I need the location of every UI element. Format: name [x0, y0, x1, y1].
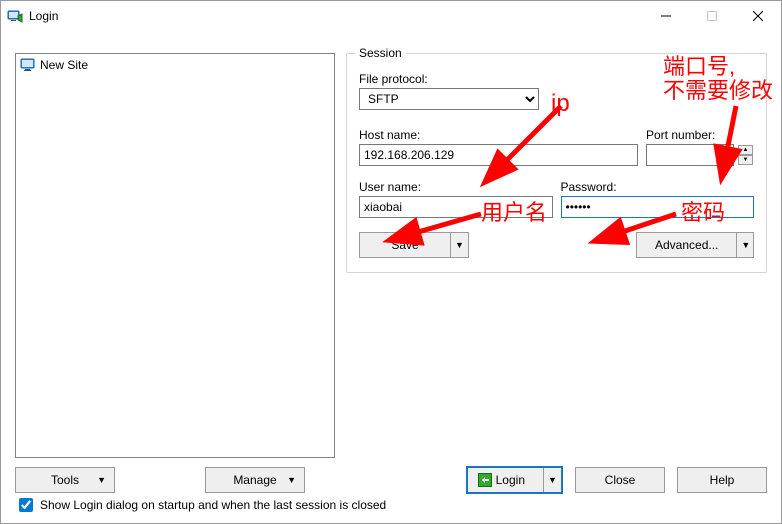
window-controls: [643, 1, 781, 31]
show-login-checkbox-input[interactable]: [19, 498, 33, 512]
login-icon: [478, 473, 492, 487]
manage-button[interactable]: Manage ▼: [205, 467, 305, 493]
bottom-button-row: Tools ▼ Manage ▼ Login: [15, 466, 767, 494]
window-title: Login: [29, 9, 643, 23]
titlebar: Login: [1, 1, 781, 31]
login-button-label: Login: [496, 473, 525, 487]
manage-button-label: Manage: [233, 473, 276, 487]
login-dialog: Login: [0, 0, 782, 524]
tools-button[interactable]: Tools ▼: [15, 467, 115, 493]
login-button-dropdown[interactable]: ▼: [543, 468, 561, 492]
login-button-main[interactable]: Login: [468, 468, 543, 492]
save-button-dropdown[interactable]: ▼: [450, 233, 468, 257]
port-spinner-up[interactable]: ▲: [738, 145, 753, 155]
show-login-on-startup-checkbox[interactable]: Show Login dialog on startup and when th…: [15, 495, 386, 515]
advanced-button-dropdown[interactable]: ▼: [736, 233, 754, 257]
save-button[interactable]: Save ▼: [359, 232, 469, 258]
file-protocol-label: File protocol:: [359, 72, 754, 86]
sites-list[interactable]: New Site: [15, 53, 335, 458]
user-name-label: User name:: [359, 180, 553, 194]
password-input[interactable]: [561, 196, 755, 218]
minimize-button[interactable]: [643, 1, 689, 31]
help-button-label: Help: [710, 473, 735, 487]
chevron-down-icon: ▼: [287, 475, 296, 485]
password-label: Password:: [561, 180, 755, 194]
port-number-input[interactable]: [646, 144, 734, 166]
close-dialog-label: Close: [605, 473, 636, 487]
port-spinner: ▲ ▼: [738, 145, 753, 165]
site-item-label: New Site: [40, 58, 88, 72]
tools-button-label: Tools: [51, 473, 79, 487]
port-spinner-down[interactable]: ▼: [738, 155, 753, 165]
session-group: Session File protocol: SFTP Host name: P…: [346, 53, 767, 273]
maximize-button[interactable]: [689, 1, 735, 31]
app-icon: [7, 8, 23, 24]
advanced-button[interactable]: Advanced... ▼: [636, 232, 754, 258]
site-item-new-site[interactable]: New Site: [20, 56, 330, 74]
help-button[interactable]: Help: [677, 467, 767, 493]
chevron-down-icon: ▼: [97, 475, 106, 485]
monitor-icon: [20, 57, 36, 73]
file-protocol-select[interactable]: SFTP: [359, 88, 539, 110]
session-legend: Session: [355, 46, 406, 60]
login-button[interactable]: Login ▼: [466, 466, 563, 494]
close-button[interactable]: [735, 1, 781, 31]
advanced-button-main[interactable]: Advanced...: [637, 233, 736, 257]
host-name-label: Host name:: [359, 128, 638, 142]
close-dialog-button[interactable]: Close: [575, 467, 665, 493]
show-login-checkbox-label: Show Login dialog on startup and when th…: [40, 498, 386, 512]
host-name-input[interactable]: [359, 144, 638, 166]
user-name-input[interactable]: [359, 196, 553, 218]
port-number-label: Port number:: [646, 128, 754, 142]
save-button-main[interactable]: Save: [360, 233, 450, 257]
